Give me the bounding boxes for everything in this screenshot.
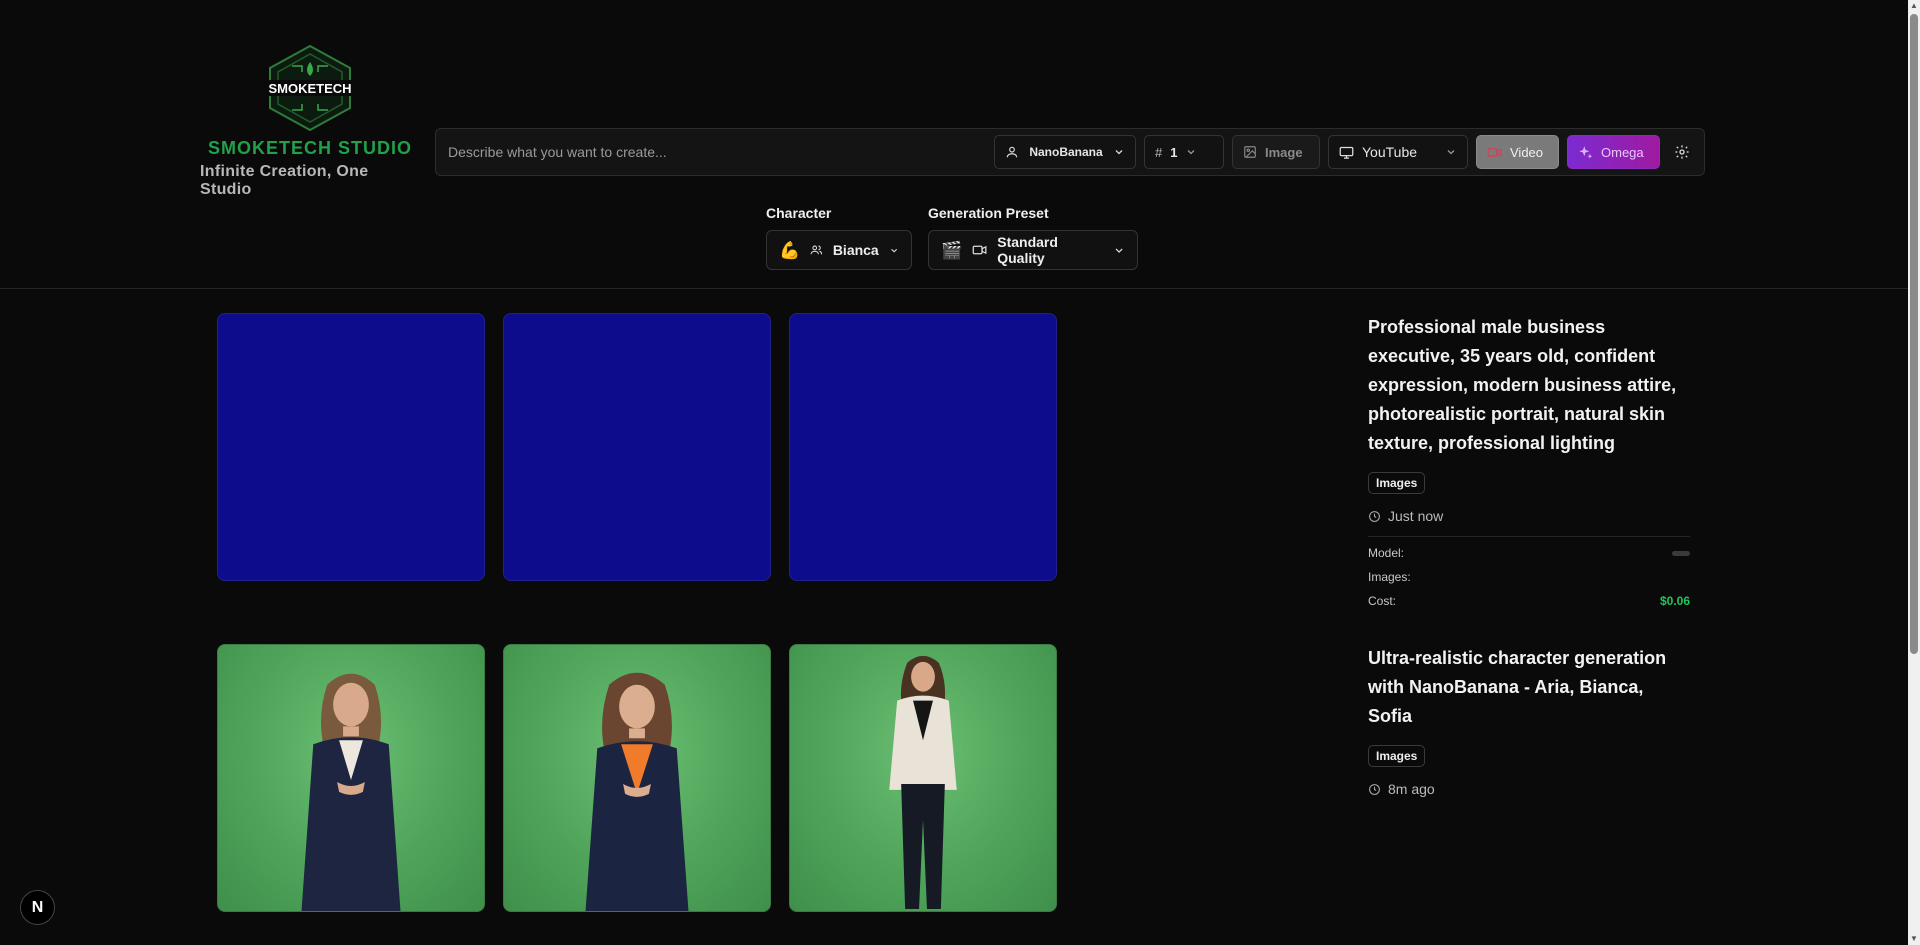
history-prompt: Ultra-realistic character generation wit…	[1368, 648, 1667, 726]
hash-icon: #	[1155, 144, 1163, 160]
preset-label: Generation Preset	[928, 205, 1049, 221]
meta-model-row: Model:	[1368, 541, 1690, 565]
model-label: NanoBanana	[1029, 145, 1103, 159]
prompt-input[interactable]	[448, 144, 986, 160]
video-camera-icon	[1487, 147, 1502, 157]
character-group: Character 💪 Bianca	[766, 205, 912, 270]
clapper-board-icon: 🎬	[941, 240, 963, 260]
character-select[interactable]: 💪 Bianca	[766, 230, 912, 270]
user-icon	[1006, 146, 1018, 158]
generated-image-placeholder[interactable]	[217, 313, 485, 581]
preset-group: Generation Preset 🎬 Standard Quality	[928, 205, 1138, 270]
brand-subtitle: Infinite Creation, One Studio	[200, 163, 369, 198]
preset-value: Standard Quality	[997, 234, 1058, 266]
platform-label: YouTube	[1362, 144, 1418, 160]
meta-images-label: Images:	[1368, 570, 1411, 584]
image-mode-label: Image	[1265, 144, 1303, 160]
prompt-bar: NanoBanana # 1 Image YouTube Video Omega	[435, 128, 1705, 176]
header-divider	[0, 288, 1908, 289]
character-label: Character	[766, 205, 832, 221]
chevron-down-icon	[1188, 150, 1195, 155]
type-badge: Images	[1368, 472, 1426, 494]
generated-image-thumbnail[interactable]	[789, 644, 1057, 912]
count-value: 1	[1170, 144, 1178, 160]
meta-cost-value: $0.06	[1659, 594, 1690, 608]
history-time: 8m ago	[1368, 781, 1690, 797]
image-mode-button[interactable]: Image	[1232, 135, 1320, 169]
history-time: Just now	[1368, 508, 1690, 524]
settings-button[interactable]	[1668, 135, 1696, 169]
generated-image-placeholder[interactable]	[789, 313, 1057, 581]
meta-cost-label: Cost:	[1368, 594, 1397, 608]
sparkles-icon	[1579, 145, 1593, 159]
monitor-icon	[1339, 146, 1354, 159]
smoketech-logo: SMOKETECH	[268, 44, 352, 132]
omega-mode-button[interactable]: Omega	[1567, 135, 1660, 169]
scrollbar-thumb[interactable]	[1910, 14, 1918, 654]
scroll-down-icon[interactable]: ▼	[1909, 934, 1919, 944]
type-badge: Images	[1368, 745, 1426, 767]
history-prompt: Professional male business executive, 35…	[1368, 317, 1677, 453]
history-item[interactable]: Ultra-realistic character generation wit…	[1368, 644, 1690, 797]
meta-images-row: Images:	[1368, 565, 1690, 589]
scroll-up-icon[interactable]: ▲	[1909, 1, 1919, 11]
video-camera-icon	[972, 245, 987, 255]
meta-model-label: Model:	[1368, 546, 1405, 560]
logo-text: SMOKETECH	[268, 81, 351, 96]
chevron-down-icon	[1115, 150, 1123, 155]
omega-mode-label: Omega	[1601, 144, 1644, 160]
users-icon	[810, 245, 823, 255]
history-time-label: 8m ago	[1388, 781, 1435, 797]
chevron-down-icon	[890, 248, 897, 253]
preset-select[interactable]: 🎬 Standard Quality	[928, 230, 1138, 270]
image-icon	[1244, 146, 1256, 158]
meta-divider	[1368, 536, 1690, 537]
flexed-arm-icon: 💪	[779, 240, 801, 260]
chevron-down-icon	[1447, 150, 1455, 155]
gear-icon	[1675, 145, 1689, 159]
brand: SMOKETECH SMOKETECH STUDIO Infinite Crea…	[200, 44, 420, 199]
generated-image-thumbnail[interactable]	[217, 644, 485, 912]
chevron-down-icon	[1115, 248, 1123, 253]
count-select[interactable]: # 1	[1144, 135, 1224, 169]
clock-icon	[1369, 783, 1380, 795]
video-mode-label: Video	[1510, 144, 1544, 160]
history-item[interactable]: Professional male business executive, 35…	[1368, 313, 1690, 613]
meta-cost-row: Cost: $0.06	[1368, 589, 1690, 613]
clock-icon	[1369, 510, 1380, 522]
video-mode-button[interactable]: Video	[1476, 135, 1559, 169]
model-select[interactable]: NanoBanana	[994, 135, 1136, 169]
dev-tools-button[interactable]: N	[20, 890, 55, 925]
history-meta: Model: Images: Cost: $0.06	[1368, 541, 1690, 613]
generated-image-placeholder[interactable]	[503, 313, 771, 581]
character-value: Bianca	[832, 242, 879, 258]
history-time-label: Just now	[1388, 508, 1444, 524]
portrait-image	[889, 655, 957, 910]
model-chip	[1672, 550, 1690, 556]
portrait-image	[585, 672, 689, 911]
portrait-image	[301, 673, 401, 911]
generated-image-thumbnail[interactable]	[503, 644, 771, 912]
brand-title: SMOKETECH STUDIO	[207, 138, 412, 158]
scrollbar[interactable]: ▲ ▼	[1908, 0, 1920, 945]
platform-select[interactable]: YouTube	[1328, 135, 1468, 169]
